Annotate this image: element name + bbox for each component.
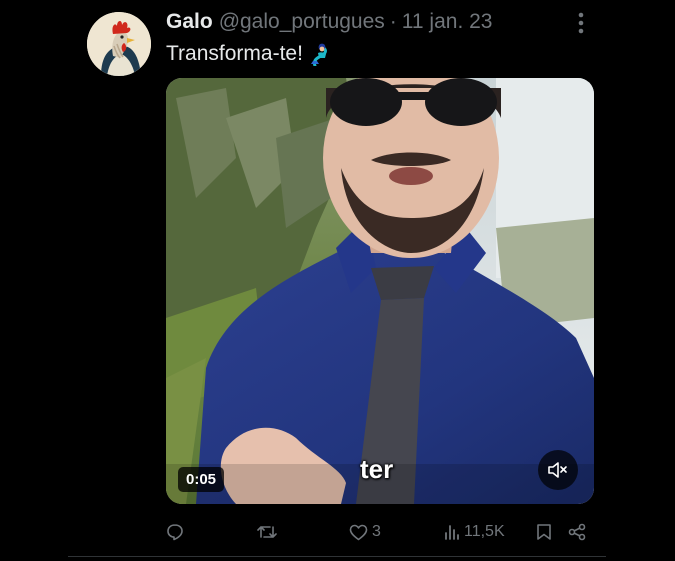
- reply-button[interactable]: [166, 518, 188, 546]
- tweet-text: Transforma-te!: [166, 42, 331, 66]
- tweet-date[interactable]: 11 jan. 23: [402, 10, 493, 34]
- reply-icon: [167, 524, 183, 541]
- bookmark-button[interactable]: [536, 518, 552, 546]
- video-caption: ter: [360, 454, 394, 484]
- separator-dot: ·: [389, 10, 397, 33]
- tweet-header: Galo @galo_portugues · 11 jan. 23: [166, 10, 492, 36]
- video-duration: 0:05: [178, 467, 225, 492]
- heart-icon: [349, 524, 368, 540]
- avatar[interactable]: [87, 12, 151, 76]
- more-options-button[interactable]: [568, 10, 594, 36]
- tweet-divider: [68, 556, 606, 557]
- more-vertical-icon: [578, 12, 584, 34]
- rooster-avatar-icon: [87, 12, 151, 76]
- genie-icon: [309, 42, 331, 66]
- share-icon: [568, 523, 586, 541]
- views-button[interactable]: 11,5K: [444, 518, 505, 546]
- tweet[interactable]: Galo @galo_portugues · 11 jan. 23 Transf…: [0, 0, 675, 561]
- tweet-text-content: Transforma-te!: [166, 42, 303, 65]
- like-count: 3: [372, 523, 381, 540]
- user-handle[interactable]: @galo_portugues: [219, 10, 385, 34]
- video-player[interactable]: 0:05 ter: [166, 78, 594, 504]
- unmute-button[interactable]: [538, 450, 578, 490]
- bar-chart-icon: [445, 525, 459, 540]
- share-button[interactable]: [568, 518, 586, 546]
- speaker-muted-icon: [548, 462, 567, 478]
- display-name[interactable]: Galo: [166, 10, 213, 34]
- retweet-button[interactable]: [257, 518, 281, 546]
- views-count: 11,5K: [464, 523, 505, 540]
- like-button[interactable]: 3: [349, 518, 381, 546]
- action-bar: 3 11,5K: [166, 518, 594, 546]
- video-frame: [166, 78, 594, 504]
- retweet-icon: [257, 526, 277, 538]
- bookmark-icon: [537, 524, 551, 540]
